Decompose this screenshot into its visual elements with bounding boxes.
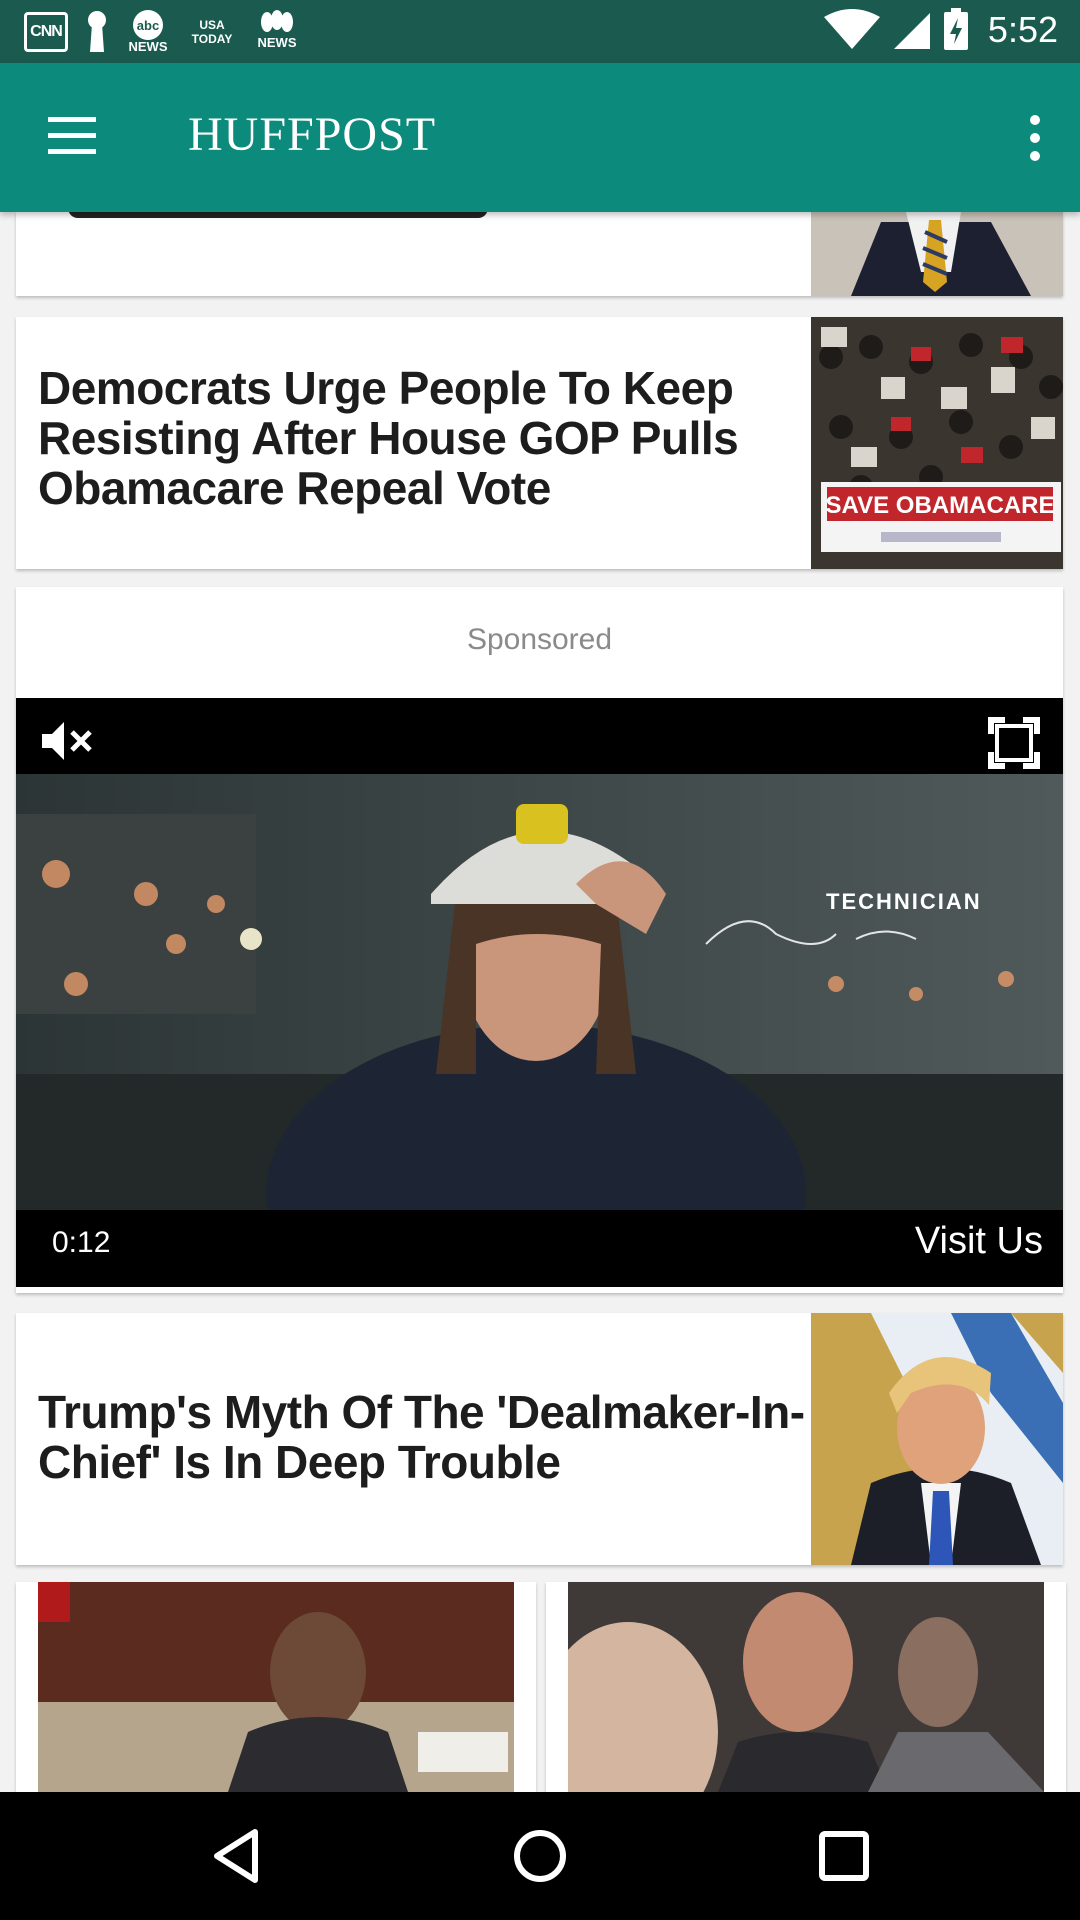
story-card-previous[interactable] bbox=[16, 212, 1063, 296]
cut-off-headline bbox=[68, 212, 488, 218]
sponsored-ad-card[interactable]: Sponsored TECHNICIAN 0:12 Visit Us bbox=[16, 587, 1063, 1293]
more-vert-icon[interactable] bbox=[1014, 111, 1054, 167]
usa-today-notification-icon: USA TODAY bbox=[191, 18, 233, 46]
story-card-small-right[interactable] bbox=[546, 1582, 1066, 1792]
wifi-icon bbox=[823, 9, 880, 49]
story-thumbnail bbox=[811, 1313, 1063, 1565]
clock: 5:52 bbox=[987, 9, 1058, 50]
sponsored-label: Sponsored bbox=[466, 623, 613, 656]
story-thumbnail bbox=[811, 212, 1063, 296]
hamburger-menu-icon[interactable] bbox=[40, 111, 100, 163]
story-card-small-left[interactable] bbox=[16, 1582, 536, 1792]
story-card-trump[interactable]: Trump's Myth Of The 'Dealmaker-In-Chief'… bbox=[16, 1313, 1063, 1565]
video-elapsed-time: 0:12 bbox=[52, 1226, 111, 1259]
status-bar: CNN abc NEWS USA TODAY NEWS 5:52 bbox=[0, 0, 1080, 63]
back-icon[interactable] bbox=[205, 1824, 269, 1888]
story-card-obamacare[interactable]: Democrats Urge People To Keep Resisting … bbox=[16, 317, 1063, 569]
video-frame: TECHNICIAN bbox=[16, 774, 1063, 1210]
cell-signal-icon bbox=[893, 13, 930, 49]
abc-news-notification-icon: abc NEWS bbox=[126, 10, 170, 54]
video-player[interactable]: TECHNICIAN 0:12 Visit Us bbox=[16, 698, 1063, 1287]
nbc-news-notification-icon: NEWS bbox=[254, 10, 300, 54]
mute-icon[interactable] bbox=[40, 718, 96, 764]
keyhole-notification-icon bbox=[88, 11, 106, 52]
visit-us-link[interactable]: Visit Us bbox=[915, 1220, 1043, 1263]
home-icon[interactable] bbox=[508, 1824, 572, 1888]
android-navigation-bar bbox=[0, 1792, 1080, 1920]
battery-charging-icon bbox=[943, 8, 968, 50]
story-thumbnail bbox=[38, 1582, 514, 1792]
story-headline: Trump's Myth Of The 'Dealmaker-In-Chief'… bbox=[38, 1386, 805, 1488]
svg-text:TECHNICIAN: TECHNICIAN bbox=[826, 889, 982, 914]
fullscreen-icon[interactable] bbox=[987, 716, 1041, 770]
recents-icon[interactable] bbox=[812, 1824, 876, 1888]
svg-text:SAVE OBAMACARE: SAVE OBAMACARE bbox=[826, 492, 1055, 519]
story-thumbnail bbox=[568, 1582, 1044, 1792]
story-thumbnail: SAVE OBAMACARE bbox=[811, 317, 1063, 569]
app-toolbar: HUFFPOST bbox=[0, 63, 1080, 212]
huffpost-logo: HUFFPOST bbox=[188, 108, 437, 161]
story-headline: Democrats Urge People To Keep Resisting … bbox=[38, 362, 739, 514]
cnn-notification-icon: CNN bbox=[24, 12, 68, 52]
notification-icons: CNN abc NEWS USA TODAY NEWS bbox=[24, 10, 300, 54]
system-status-icons: 5:52 bbox=[822, 8, 1058, 52]
